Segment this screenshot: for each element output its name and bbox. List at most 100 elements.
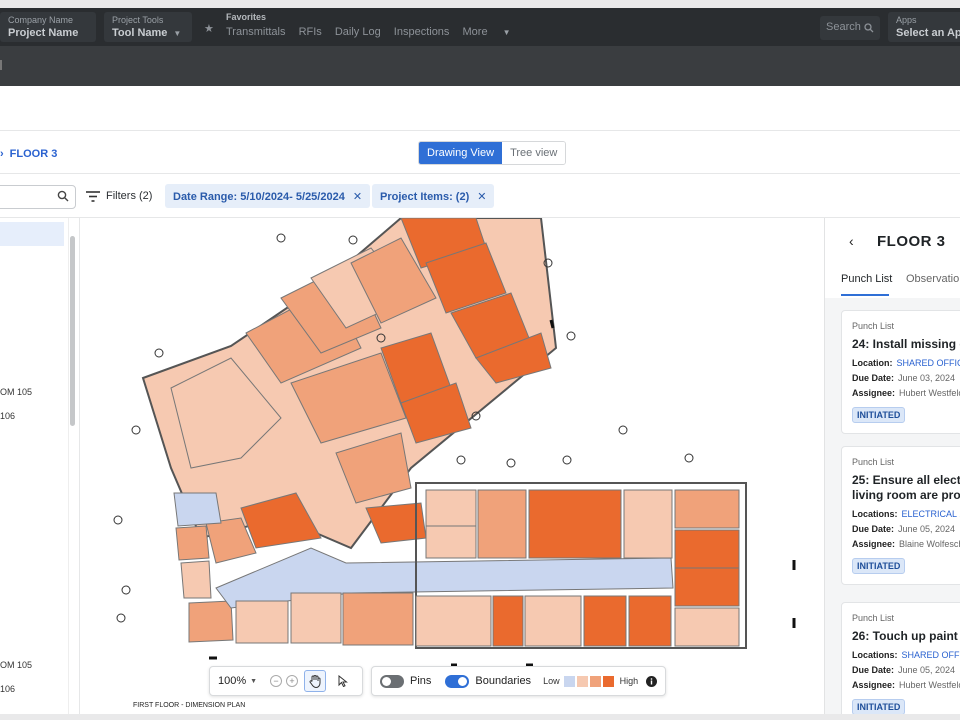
drawing-canvas[interactable]: 100% ▼ − + Pins Boundaries Low High FIRS…: [81, 218, 823, 714]
fav-link-more[interactable]: More ▼: [463, 26, 521, 38]
project-name: Project Name: [8, 27, 79, 39]
fav-link-inspections[interactable]: Inspections: [394, 26, 450, 38]
tab-drawing-view[interactable]: Drawing View: [419, 142, 503, 164]
filters-label: Filters (2): [106, 190, 153, 202]
view-toggle: Drawing View Tree view: [418, 141, 567, 165]
close-icon[interactable]: ✕: [353, 191, 362, 203]
chevron-down-icon: ▼: [173, 29, 182, 38]
search-icon: [864, 23, 874, 33]
tab-punch-list[interactable]: Punch List: [841, 273, 892, 285]
filters-button[interactable]: Filters (2): [86, 190, 152, 202]
card-type: Punch List: [852, 613, 895, 623]
company-caption: Company Name: [8, 15, 74, 25]
app-selector[interactable]: Apps Select an App: [888, 12, 960, 42]
punch-card[interactable]: Punch List 24: Install missing d Locatio…: [841, 310, 960, 434]
select-pointer-icon[interactable]: [332, 670, 354, 692]
breadcrumb-current[interactable]: FLOOR 3: [10, 148, 58, 160]
assignee-label: Assignee:: [852, 680, 896, 690]
toggle-knob: [458, 676, 468, 686]
chevron-down-icon: ▼: [250, 677, 258, 685]
chevron-right-icon[interactable]: ›: [0, 148, 4, 160]
pins-label: Pins: [410, 675, 432, 687]
chip-label: Date Range: 5/10/2024- 5/25/2024: [173, 191, 345, 203]
fav-link-daily-log[interactable]: Daily Log: [335, 26, 381, 38]
boundaries-toggle[interactable]: [445, 674, 470, 688]
toggle-knob: [382, 676, 391, 686]
tab-observation[interactable]: Observation: [906, 273, 960, 285]
card-title: 26: Touch up paint o: [852, 629, 960, 643]
search-input[interactable]: [0, 185, 76, 209]
close-icon[interactable]: ✕: [477, 191, 486, 203]
fav-link-rfis[interactable]: RFIs: [299, 26, 322, 38]
card-type: Punch List: [852, 321, 895, 331]
punch-card[interactable]: Punch List 25: Ensure all electri living…: [841, 446, 960, 585]
app-frame: Company Name Project Name Project Tools …: [0, 8, 960, 714]
tool-name: Tool Name: [112, 27, 168, 39]
tool-caption: Project Tools: [112, 15, 164, 25]
legend-high-label: High: [619, 676, 639, 686]
tree-item[interactable]: 106: [0, 411, 15, 421]
location-link[interactable]: SHARED OFFICE: [897, 358, 960, 368]
breadcrumb: › FLOOR 3: [0, 148, 57, 160]
scrollbar-thumb[interactable]: [70, 236, 75, 426]
top-navigation: Company Name Project Name Project Tools …: [0, 8, 960, 46]
location-label: Location:: [852, 358, 893, 368]
legend-swatch: [602, 675, 614, 687]
pan-hand-icon[interactable]: [304, 670, 326, 692]
chip-label: Project Items: (2): [380, 191, 470, 203]
due-label: Due Date:: [852, 524, 895, 534]
tab-tree-view[interactable]: Tree view: [502, 142, 566, 164]
tree-item[interactable]: OM 105: [0, 660, 32, 670]
zoom-controls: 100% ▼ − +: [209, 666, 363, 696]
cursor-icon: [338, 675, 348, 687]
legend-low-label: Low: [543, 676, 560, 686]
apps-caption: Apps: [896, 15, 917, 25]
company-selector[interactable]: Company Name Project Name: [0, 12, 96, 42]
pins-toggle[interactable]: [380, 674, 404, 688]
filter-chip-project-items[interactable]: Project Items: (2) ✕: [372, 184, 495, 208]
legend-swatch: [589, 675, 601, 687]
info-icon[interactable]: [646, 675, 658, 687]
zoom-out-icon[interactable]: −: [270, 675, 282, 687]
boundaries-label: Boundaries: [475, 675, 532, 687]
back-chevron-icon[interactable]: ‹: [849, 233, 854, 249]
status-badge: INITIATED: [852, 558, 906, 574]
zoom-select[interactable]: 100% ▼: [218, 675, 266, 687]
tree-item-selected[interactable]: [0, 222, 64, 246]
location-link[interactable]: SHARED OFFICE: [902, 650, 960, 660]
global-search[interactable]: Search: [820, 16, 880, 40]
assignee: Blaine Wolfesch: [899, 539, 960, 549]
filter-icon: [86, 190, 100, 202]
tree-item[interactable]: OM 105: [0, 387, 32, 397]
location-label: Locations:: [852, 509, 898, 519]
tool-selector[interactable]: Project Tools Tool Name ▼: [104, 12, 192, 42]
star-icon[interactable]: ★: [204, 22, 214, 35]
zoom-in-icon[interactable]: +: [286, 675, 298, 687]
panel-title: FLOOR 3: [877, 233, 946, 250]
panel-header: ‹ FLOOR 3 Punch List Observation: [825, 218, 960, 298]
filter-chip-date-range[interactable]: Date Range: 5/10/2024- 5/25/2024 ✕: [165, 184, 371, 208]
due-label: Due Date:: [852, 373, 895, 383]
location-label: Locations:: [852, 650, 898, 660]
punch-card[interactable]: Punch List 26: Touch up paint o Location…: [841, 602, 960, 714]
filter-row: Filters (2) Date Range: 5/10/2024- 5/25/…: [0, 174, 960, 218]
scrollbar-track: [68, 218, 69, 714]
location-link[interactable]: ELECTRICAL 1C: [902, 509, 960, 519]
floor-plan[interactable]: [81, 218, 823, 714]
card-title: 25: Ensure all electri living room are p…: [852, 473, 960, 502]
tree-item[interactable]: 106: [0, 684, 15, 694]
plan-caption: FIRST FLOOR - DIMENSION PLAN: [133, 702, 246, 709]
menu-marker: [0, 60, 2, 70]
active-tab-indicator: [841, 294, 889, 296]
assignee: Hubert Westfelc: [899, 680, 960, 690]
more-label: More: [462, 26, 488, 38]
layer-controls: Pins Boundaries Low High: [371, 666, 667, 696]
location-tree: OM 105 106 OM 105 106: [0, 218, 80, 714]
due-date: June 05, 2024: [898, 665, 956, 675]
fav-link-transmittals[interactable]: Transmittals: [226, 26, 286, 38]
assignee-label: Assignee:: [852, 539, 896, 549]
breadcrumb-row: › FLOOR 3 Drawing View Tree view: [0, 130, 960, 174]
due-date: June 03, 2024: [898, 373, 956, 383]
search-icon: [57, 190, 69, 202]
due-label: Due Date:: [852, 665, 895, 675]
